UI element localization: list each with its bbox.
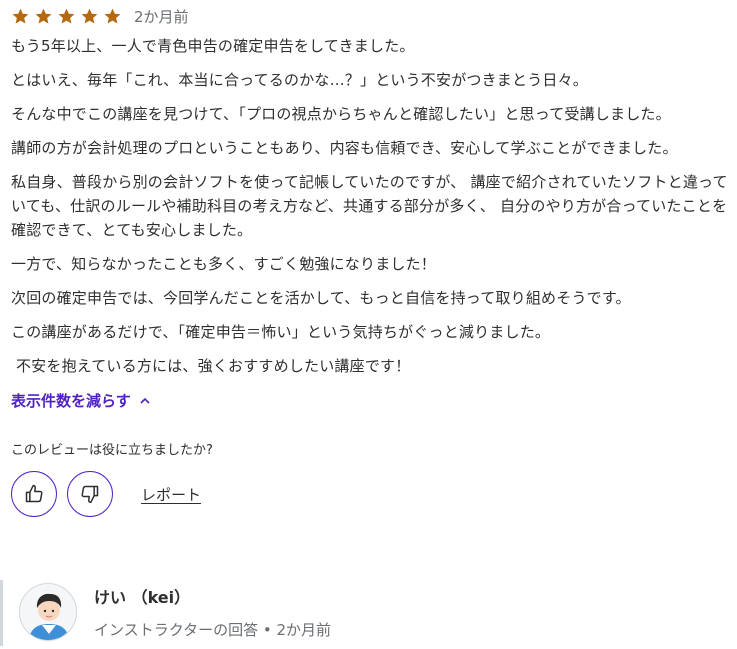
reply-info: けい （kei） インストラクターの回答 • 2か月前 [94,584,331,649]
review-paragraph: 講師の方が会計処理のプロということもあり、内容も信頼でき、安心して学ぶことができ… [11,139,678,157]
instructor-name: けい （kei） [94,588,191,607]
thumbs-down-icon [81,485,99,504]
star-icon [58,8,75,24]
report-link[interactable]: レポート [141,484,201,505]
review-paragraph: そんな中でこの講座を見つけて、「プロの視点からちゃんと確認したい」と思って受講し… [11,105,671,123]
review-paragraph: この講座があるだけで、「確定申告＝怖い」という気持ちがぐっと減りました。 [11,323,551,341]
chevron-up-icon [140,397,150,404]
review-time: 2か月前 [134,7,189,26]
review-paragraph: 不安を抱えている方には、強くおすすめしたい講座です！ [11,357,411,375]
star-icon [81,8,98,24]
show-less-label: 表示件数を減らす [11,392,131,410]
rating-row: 2か月前 [11,0,737,31]
review-card: 2か月前 もう5年以上、一人で青色申告の確定申告をしてきました。 とはいえ、毎年… [0,0,737,646]
review-paragraph: 一方で、知らなかったことも多く、すごく勉強になりました！ [11,255,437,273]
reply-meta: インストラクターの回答 • 2か月前 [94,621,332,639]
reply-divider [0,580,3,646]
instructor-avatar-illustration [20,584,76,640]
review-paragraph: 私自身、普段から別の会計ソフトを使って記帳していたのですが、 講座で紹介されてい… [11,173,728,239]
helpful-question: このレビューは役に立ちましたか? [11,443,213,458]
star-icon [104,8,121,24]
like-button[interactable] [11,471,57,517]
star-icon [12,8,29,24]
star-rating [11,7,122,26]
review-body: もう5年以上、一人で青色申告の確定申告をしてきました。 とはいえ、毎年「これ、本… [11,34,731,378]
review-paragraph: もう5年以上、一人で青色申告の確定申告をしてきました。 [11,37,415,55]
avatar [19,583,77,641]
dislike-button[interactable] [67,471,113,517]
show-less-button[interactable]: 表示件数を減らす [11,390,151,411]
thumbs-up-icon [25,484,43,503]
star-icon [35,8,52,24]
review-paragraph: 次回の確定申告では、今回学んだことを活かして、もっと自信を持って取り組めそうです… [11,289,631,307]
helpful-actions: レポート [11,471,737,517]
review-paragraph: とはいえ、毎年「これ、本当に合ってるのかな…？」という不安がつきまとう日々。 [11,71,589,89]
instructor-reply: けい （kei） インストラクターの回答 • 2か月前 [0,580,420,649]
